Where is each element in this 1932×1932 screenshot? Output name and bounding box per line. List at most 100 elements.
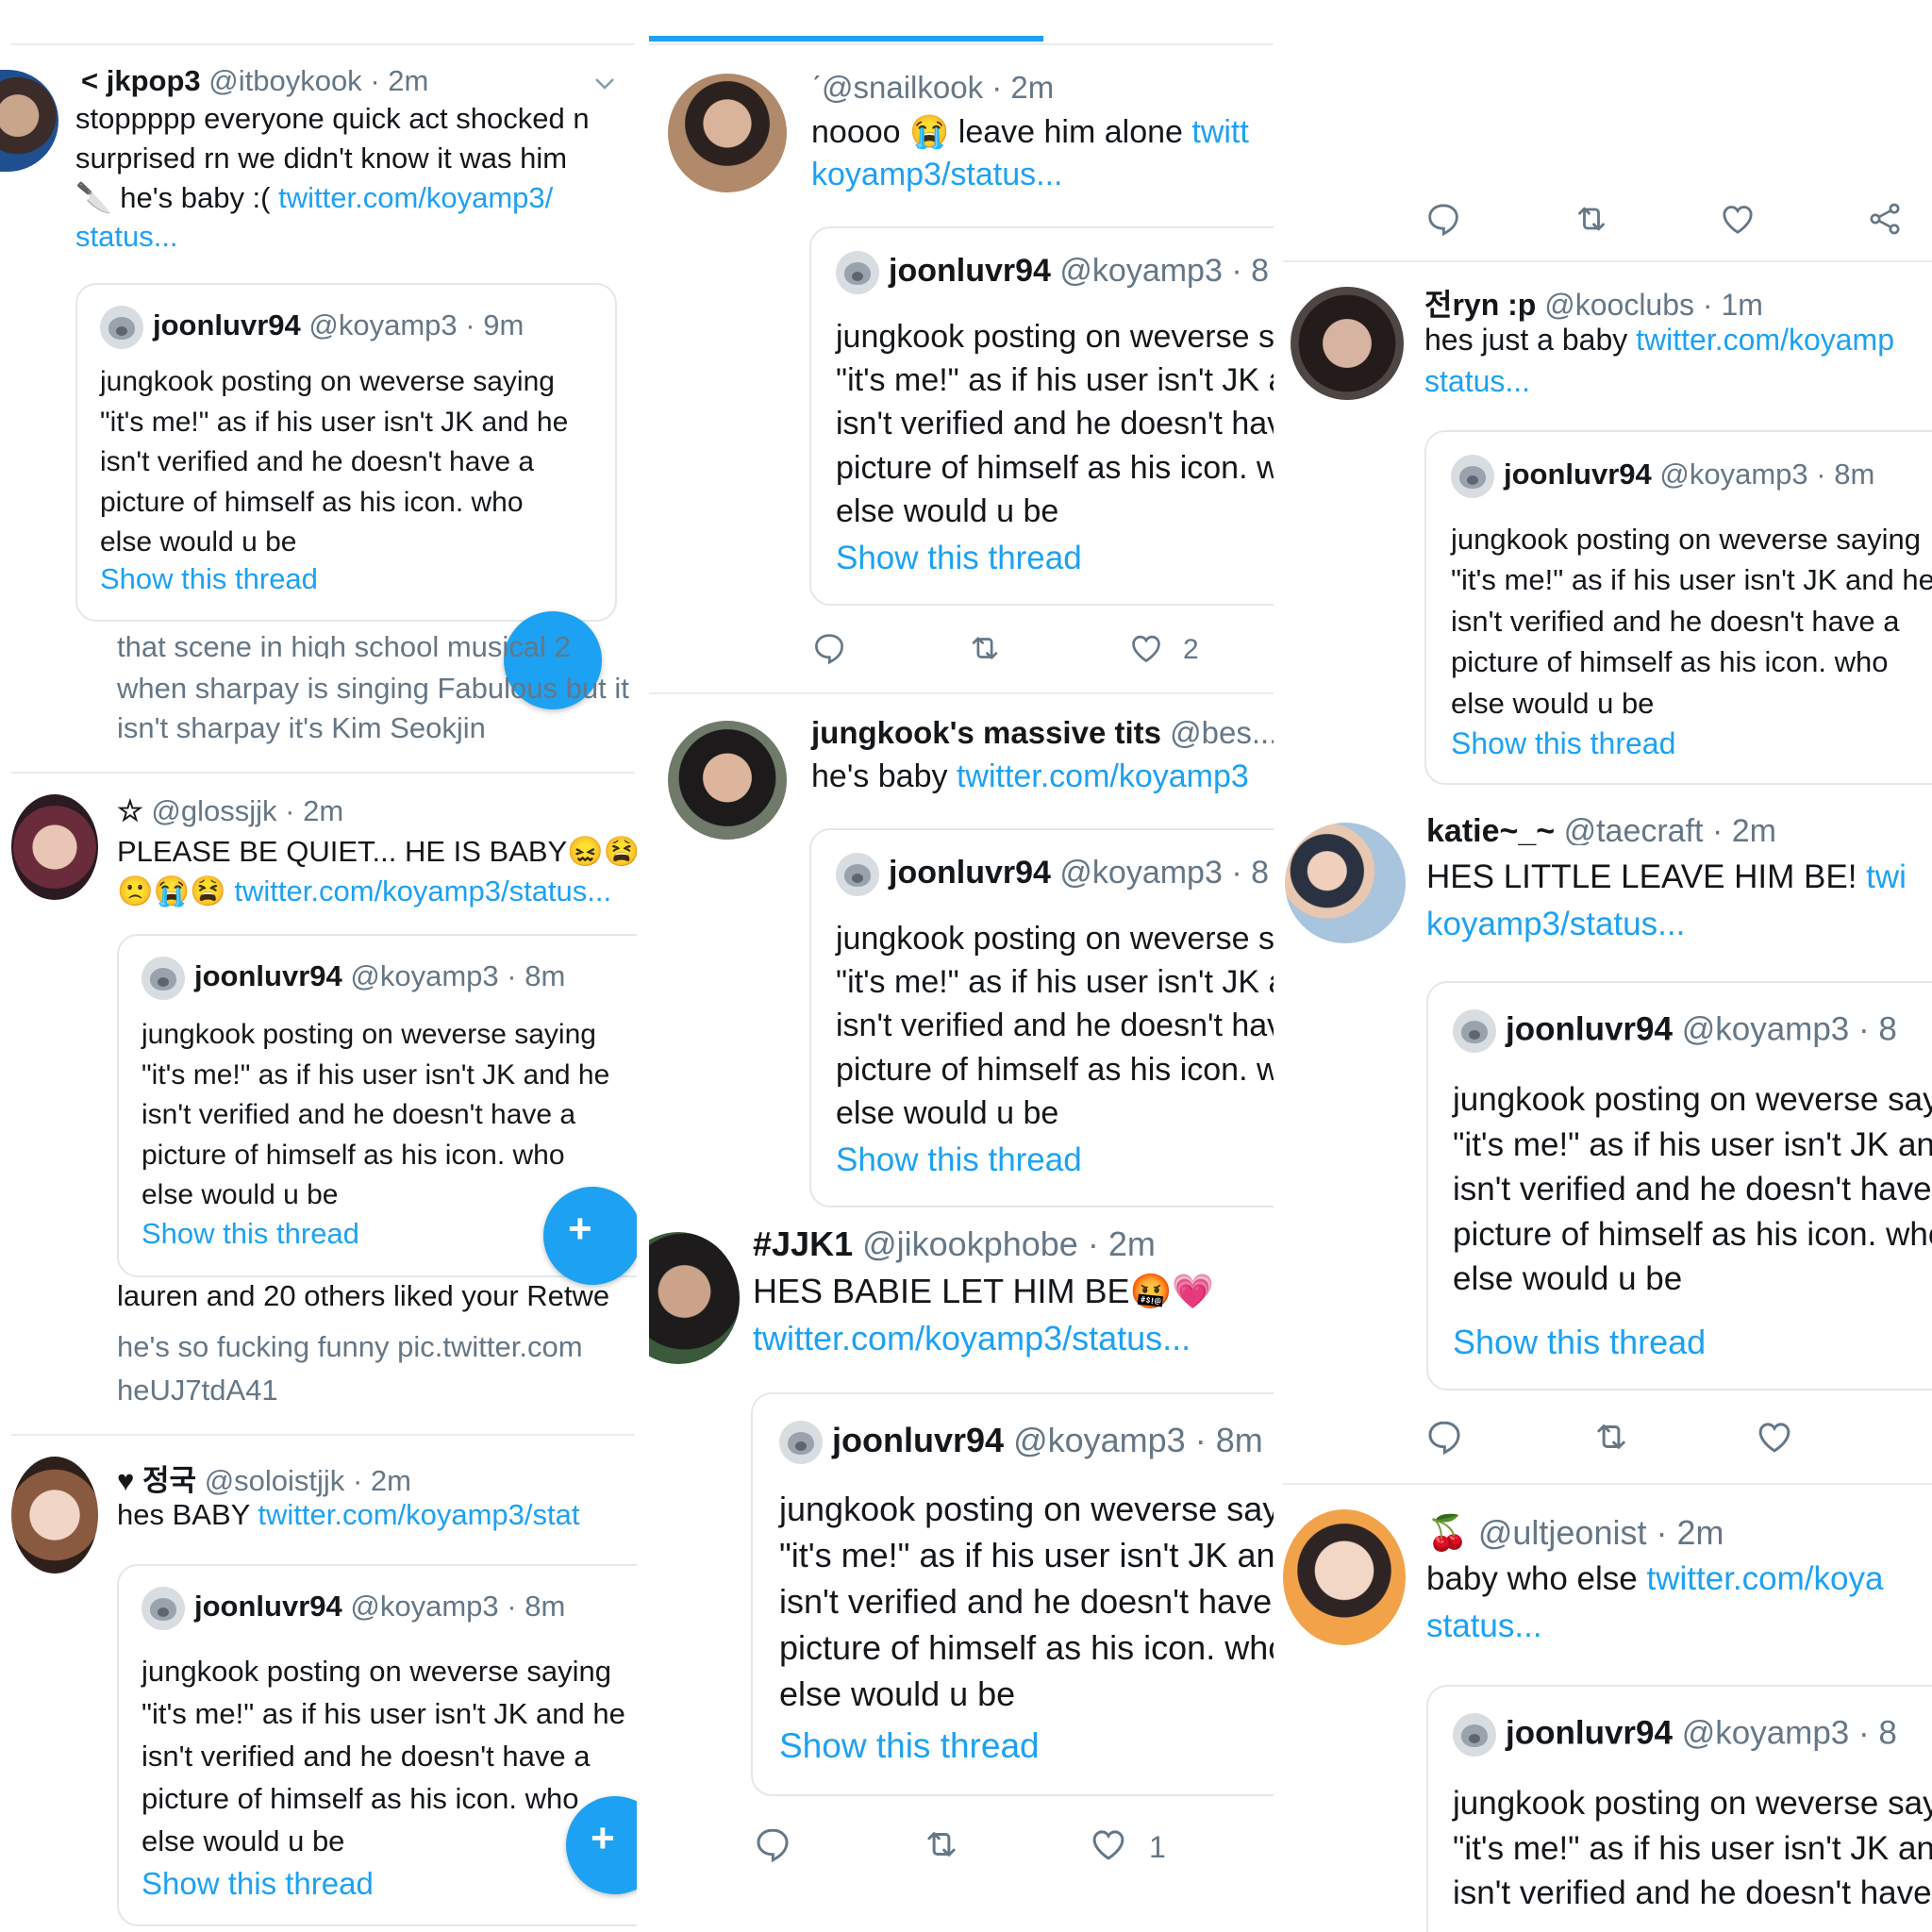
handle[interactable]: @taecraft [1564, 813, 1704, 845]
quoted-tweet[interactable]: joonluvr94 @koyamp3 · 8 jungkook posting… [809, 226, 1274, 606]
quoted-tweet[interactable]: joonluvr94 @koyamp3 · 8 jungkook posting… [1426, 981, 1932, 1391]
tweet-link[interactable]: twitter.com/koyamp3/status... [234, 874, 611, 908]
avatar[interactable] [11, 1457, 98, 1574]
notification-text[interactable]: lauren and 20 others liked your Retwe [117, 1279, 609, 1313]
tweet-link[interactable]: twitter.com/koyamp3/stat [258, 1498, 579, 1531]
display-name[interactable]: ˊ [811, 70, 822, 105]
quoted-tweet[interactable]: joonluvr94 @koyamp3 · 8m jungkook postin… [751, 1392, 1274, 1796]
reply-icon[interactable] [1424, 1417, 1464, 1457]
avatar[interactable] [1283, 1509, 1406, 1645]
screenshot-panel-right: 전ryn :p @kooclubs · 1m hes just a baby t… [1283, 0, 1932, 1932]
timestamp: · 2m [1711, 813, 1776, 845]
like-count: 1 [1149, 1830, 1166, 1864]
display-name[interactable]: jungkook's massive tits [811, 715, 1161, 750]
reply-icon[interactable] [1424, 200, 1462, 238]
timestamp: · 2m [991, 70, 1055, 105]
handle[interactable]: @jikookphobe [862, 1224, 1078, 1263]
show-thread-link[interactable]: Show this thread [142, 1866, 374, 1902]
quoted-tweet[interactable]: joonluvr94 @koyamp3 · 9m jungkook postin… [75, 283, 617, 622]
show-thread-link[interactable]: Show this thread [836, 540, 1082, 577]
avatar[interactable] [1291, 287, 1404, 400]
quote-body: jungkook posting on weverse saying"it's … [836, 319, 1274, 529]
avatar[interactable] [668, 74, 787, 192]
tweet-header: ˊ@snailkook · 2m [811, 70, 1054, 106]
quoted-tweet[interactable]: joonluvr94 @koyamp3 · 8 jungkook posting… [809, 828, 1274, 1208]
notification-tweet-text: he's so fucking funny pic.twitter.com [117, 1330, 583, 1363]
tweet-link[interactable]: status... [1424, 364, 1530, 399]
panel-gap [1274, 0, 1283, 1932]
reply-icon[interactable] [753, 1824, 792, 1864]
reply-icon[interactable] [811, 630, 847, 666]
tweet-header: katie~_~ @taecraft · 2m [1426, 813, 1776, 845]
quoted-tweet[interactable]: joonluvr94 @koyamp3 · 8m jungkook postin… [117, 1564, 637, 1926]
tweet-link[interactable]: status... [75, 220, 178, 254]
koala-avatar-icon [1453, 1009, 1496, 1053]
koala-avatar-icon [142, 957, 185, 1000]
display-name[interactable]: ♥ 정국 [117, 1464, 196, 1497]
tweet-link[interactable]: status... [1426, 1607, 1542, 1645]
display-name[interactable]: 전ryn :p [1424, 288, 1536, 322]
show-thread-link[interactable]: Show this thread [100, 562, 318, 596]
retweet-icon[interactable] [966, 630, 1004, 666]
handle[interactable]: @kooclubs [1544, 288, 1694, 322]
like-icon[interactable] [1719, 200, 1757, 238]
show-thread-link[interactable]: Show this thread [1453, 1323, 1706, 1362]
handle[interactable]: @glossjjk [151, 794, 276, 827]
tweet-link[interactable]: twitter.com/koyamp3 [957, 758, 1249, 794]
quote-body: jungkook posting on weverse saying"it's … [100, 366, 569, 558]
display-name[interactable]: #JJK1 [753, 1224, 853, 1263]
tweet-link[interactable]: twitt [1191, 114, 1248, 150]
like-icon[interactable] [1128, 630, 1164, 666]
chevron-down-icon[interactable] [592, 74, 617, 94]
handle[interactable]: @ultjeonist [1478, 1513, 1647, 1552]
tweet-link[interactable]: twitter.com/koyamp3/ [278, 181, 553, 214]
show-thread-link[interactable]: Show this thread [142, 1217, 359, 1251]
retweet-icon[interactable] [1572, 200, 1611, 238]
display-name[interactable]: 🍒 [1426, 1513, 1469, 1552]
share-icon[interactable] [1866, 200, 1904, 238]
quote-body: jungkook posting on weverse saying"it's … [142, 1655, 625, 1857]
handle[interactable]: @snailkook [822, 70, 983, 105]
show-thread-link[interactable]: Show this thread [836, 1141, 1082, 1179]
show-thread-link[interactable]: Show this thread [1451, 726, 1675, 761]
quoted-tweet[interactable]: joonluvr94 @koyamp3 · 8 jungkook posting… [1426, 1685, 1932, 1932]
display-name[interactable]: katie~_~ [1426, 813, 1555, 845]
tweet-header: < jkpop3 @itboykook · 2m [81, 64, 428, 98]
retweet-icon[interactable] [1591, 1417, 1632, 1457]
handle[interactable]: @bes... [1170, 715, 1274, 750]
display-name[interactable]: ☆ [117, 794, 143, 827]
display-name[interactable]: < jkpop3 [81, 64, 201, 97]
tweet-link[interactable]: twitter.com/koyamp3/status... [753, 1319, 1191, 1358]
avatar[interactable] [11, 794, 98, 900]
avatar[interactable] [1285, 823, 1406, 943]
handle[interactable]: @soloistjjk [205, 1464, 345, 1497]
quote-body: jungkook posting on weverse saying"it's … [1453, 1785, 1932, 1912]
quoted-tweet[interactable]: joonluvr94 @koyamp3 · 8m jungkook postin… [1424, 430, 1932, 785]
tweet-text: surprised rn we didn't know it was him [75, 142, 568, 175]
tweet-link[interactable]: koyamp3/status... [811, 157, 1062, 193]
tweet-link[interactable]: koyamp3/status... [1426, 906, 1685, 943]
tweet-text-partial: when sharpay is singing Fabulous but it [117, 672, 629, 705]
koala-avatar-icon [836, 853, 879, 896]
quote-body: jungkook posting on weverse saying"it's … [836, 921, 1274, 1131]
tweet-text: HES LITTLE LEAVE HIM BE! twi [1426, 858, 1907, 895]
like-icon[interactable] [1089, 1824, 1128, 1864]
quote-body: jungkook posting on weverse saying"it's … [779, 1490, 1274, 1713]
tweet-text: hes BABY twitter.com/koyamp3/stat [117, 1498, 580, 1531]
quote-name: joonluvr94 [153, 308, 301, 342]
divider [11, 772, 634, 774]
tweet-link[interactable]: twitter.com/koyamp [1636, 323, 1894, 357]
koala-avatar-icon [779, 1421, 823, 1465]
avatar[interactable] [0, 70, 58, 172]
compose-button[interactable]: + [543, 1187, 637, 1285]
like-icon[interactable] [1755, 1417, 1794, 1457]
handle[interactable]: @itboykook [208, 64, 361, 97]
koala-avatar-icon [836, 251, 879, 294]
retweet-icon[interactable] [921, 1824, 962, 1864]
show-thread-link[interactable]: Show this thread [779, 1726, 1040, 1766]
tweet-header: 전ryn :p @kooclubs · 1m [1424, 281, 1763, 325]
avatar[interactable] [649, 1232, 740, 1364]
avatar[interactable] [668, 721, 787, 840]
tweet-link[interactable]: twitter.com/koya [1647, 1560, 1884, 1597]
tweet-link[interactable]: twi [1866, 858, 1907, 895]
